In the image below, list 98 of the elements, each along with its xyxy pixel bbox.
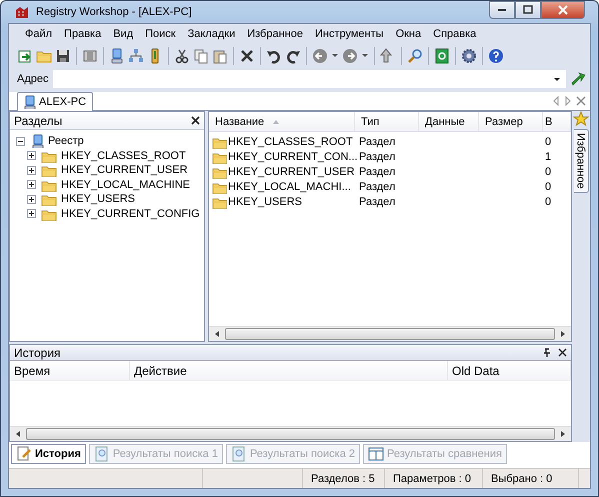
redo-icon[interactable] — [285, 48, 301, 64]
back-icon[interactable] — [312, 48, 328, 64]
tree-item[interactable]: HKEY_CURRENT_CONFIG — [59, 208, 202, 220]
tree-item[interactable]: HKEY_CURRENT_USER — [59, 164, 190, 176]
panel-title: История — [14, 346, 61, 360]
undo-icon[interactable] — [266, 48, 282, 64]
table-cell: 1 — [545, 150, 552, 162]
column-header[interactable]: Old Data — [448, 361, 571, 380]
document-search-icon — [94, 446, 110, 462]
help-icon[interactable] — [488, 48, 504, 64]
table-cell: Раздел — [359, 136, 396, 148]
minimize-icon — [498, 9, 506, 11]
column-header[interactable]: Данные — [419, 112, 479, 131]
address-label: Адрес — [17, 73, 48, 85]
export-icon[interactable] — [17, 48, 33, 64]
table-cell: 0 — [545, 196, 552, 208]
sort-arrow-icon — [272, 118, 280, 126]
tree-item[interactable]: HKEY_CLASSES_ROOT — [59, 150, 188, 162]
panel-tab[interactable]: История — [11, 444, 86, 464]
menu-item[interactable]: Закладки — [182, 26, 242, 42]
column-header[interactable]: В — [543, 112, 571, 131]
table-cell: 0 — [545, 180, 552, 192]
pin-icon[interactable] — [542, 348, 552, 358]
save-icon[interactable] — [55, 48, 71, 64]
window-title: Registry Workshop - [ALEX-PC] — [36, 6, 192, 18]
scroll-right-icon[interactable] — [561, 331, 565, 337]
star-icon[interactable] — [573, 111, 589, 127]
column-header[interactable]: Время — [10, 361, 130, 380]
menu-item[interactable]: Вид — [107, 26, 140, 42]
column-header[interactable]: Название — [209, 112, 355, 131]
computer-icon — [22, 95, 36, 109]
scroll-right-icon[interactable] — [561, 431, 565, 437]
menu-item[interactable]: Избранное — [241, 26, 309, 42]
delete-icon[interactable] — [239, 48, 255, 64]
column-header[interactable]: Действие — [130, 361, 448, 380]
table-cell: Раздел — [359, 196, 396, 208]
table-cell: 0 — [545, 166, 552, 178]
caret-icon[interactable] — [553, 75, 561, 83]
close-icon[interactable] — [191, 116, 200, 125]
table-cell: Раздел — [359, 166, 396, 178]
table-cell: Раздел — [359, 180, 396, 192]
table-cell: Раздел — [359, 150, 396, 162]
tree-item[interactable]: HKEY_USERS — [59, 193, 137, 206]
table-cell: HKEY_CURRENT_CON... — [228, 150, 358, 162]
expand-toggle[interactable] — [27, 180, 36, 190]
history-icon — [16, 446, 32, 462]
table-icon — [368, 446, 384, 462]
paste-icon[interactable] — [212, 48, 228, 64]
gear-icon[interactable] — [461, 48, 477, 64]
expand-toggle[interactable] — [27, 166, 36, 175]
computer-icon — [30, 134, 44, 148]
menu-item[interactable]: Поиск — [139, 26, 182, 42]
menu-item[interactable]: Окна — [390, 26, 428, 42]
tree-item[interactable]: Реестр — [46, 135, 86, 148]
network-icon[interactable] — [128, 48, 144, 64]
table-cell: HKEY_CLASSES_ROOT — [228, 136, 353, 148]
menu-item[interactable]: Правка — [58, 26, 108, 42]
collapse-toggle[interactable] — [16, 136, 25, 146]
menu-item[interactable]: Справка — [427, 26, 482, 42]
menu-item[interactable]: Файл — [19, 26, 58, 42]
maximize-icon — [523, 5, 533, 15]
column-header[interactable]: Размер — [479, 112, 543, 131]
book-icon[interactable] — [82, 48, 98, 64]
column-header[interactable]: Тип — [355, 112, 419, 131]
status-text: Выбрано : 0 — [483, 469, 579, 488]
status-text: Разделов : 5 — [303, 469, 385, 488]
search-icon[interactable] — [407, 48, 423, 64]
panel-title: Разделы — [14, 114, 62, 128]
minimize-button[interactable] — [489, 1, 515, 19]
table-cell: HKEY_LOCAL_MACHI... — [228, 180, 351, 192]
table-cell: HKEY_USERS — [228, 196, 302, 208]
maximize-button[interactable] — [515, 1, 541, 19]
address-field[interactable] — [52, 70, 566, 88]
refresh-icon[interactable] — [434, 48, 450, 64]
expand-toggle[interactable] — [27, 151, 36, 160]
scroll-left-icon[interactable] — [16, 431, 20, 437]
status-text: Параметров : 0 — [385, 469, 483, 488]
tree-item[interactable]: HKEY_LOCAL_MACHINE — [59, 178, 192, 191]
forward-icon[interactable] — [342, 48, 358, 64]
go-arrow-icon[interactable] — [570, 71, 586, 87]
app-logo-icon — [14, 4, 30, 20]
scroll-left-icon[interactable] — [215, 331, 219, 337]
expand-toggle[interactable] — [27, 209, 36, 218]
horizontal-scrollbar[interactable] — [10, 426, 571, 441]
cut-icon[interactable] — [174, 48, 190, 64]
favorites-tab[interactable]: Избранное — [574, 129, 588, 193]
close-icon — [558, 5, 568, 15]
expand-toggle[interactable] — [27, 194, 36, 204]
close-icon[interactable] — [558, 348, 567, 357]
close-button[interactable] — [541, 1, 585, 19]
horizontal-scrollbar[interactable] — [209, 326, 571, 341]
document-search-icon — [230, 446, 247, 462]
menu-item[interactable]: Инструменты — [308, 26, 390, 42]
table-cell: 0 — [545, 136, 552, 148]
document-tab[interactable]: ALEX-PC — [17, 92, 94, 111]
copy-icon[interactable] — [193, 48, 209, 64]
table-cell: HKEY_CURRENT_USER — [228, 166, 355, 178]
computer-icon[interactable] — [109, 48, 125, 64]
